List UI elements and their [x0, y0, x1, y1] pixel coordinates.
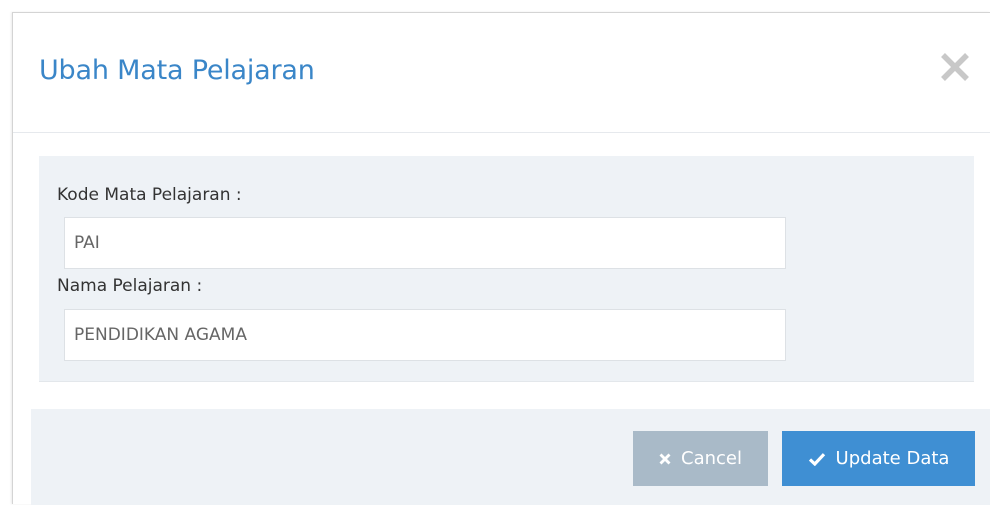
- close-icon: [937, 49, 973, 85]
- check-icon: [808, 452, 826, 466]
- nama-pelajaran-label: Nama Pelajaran :: [57, 276, 203, 296]
- modal-footer: Cancel Update Data: [31, 409, 990, 505]
- kode-mapel-input[interactable]: [64, 217, 786, 269]
- update-label: Update Data: [835, 448, 950, 469]
- cancel-label: Cancel: [681, 448, 742, 469]
- cancel-button[interactable]: Cancel: [633, 431, 768, 486]
- form-panel: Kode Mata Pelajaran : Nama Pelajaran :: [39, 156, 974, 382]
- close-button[interactable]: [937, 49, 973, 85]
- edit-subject-modal: Ubah Mata Pelajaran Kode Mata Pelajaran …: [12, 12, 990, 505]
- times-icon: [659, 453, 671, 465]
- kode-mapel-label: Kode Mata Pelajaran :: [57, 185, 242, 205]
- modal-header: Ubah Mata Pelajaran: [13, 13, 990, 133]
- modal-title: Ubah Mata Pelajaran: [39, 55, 315, 86]
- nama-pelajaran-input[interactable]: [64, 309, 786, 361]
- update-data-button[interactable]: Update Data: [782, 431, 975, 486]
